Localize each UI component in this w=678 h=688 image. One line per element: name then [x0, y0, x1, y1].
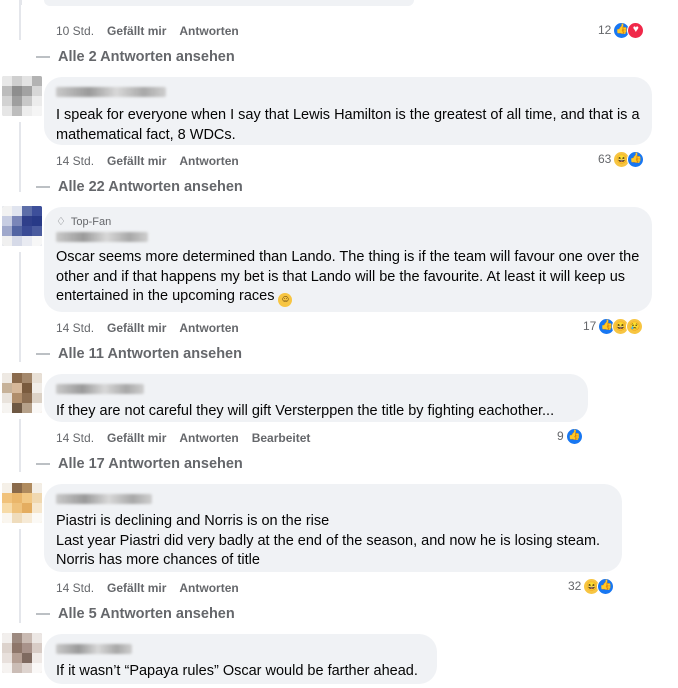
- reaction-count: 12: [598, 23, 612, 37]
- comment-text-line: Piastri is declining and Norris is on th…: [56, 513, 330, 529]
- thread-line: [19, 252, 21, 362]
- reply-button[interactable]: Antworten: [179, 321, 238, 335]
- comment-text-line: Last year Piastri did very badly at the …: [56, 532, 601, 549]
- sad-reaction-icon: 😢: [626, 317, 644, 335]
- comment-text-line: Norris has more chances of title: [56, 552, 260, 568]
- comment-text: I speak for everyone when I say that Lew…: [56, 107, 640, 143]
- reaction-count: 9: [557, 429, 564, 443]
- avatar[interactable]: [2, 373, 42, 413]
- reply-button[interactable]: Antworten: [179, 581, 238, 595]
- reaction-summary[interactable]: 32 😆 👍: [568, 577, 615, 595]
- comment-text: If they are not careful they will gift V…: [56, 403, 555, 419]
- reply-connector: [36, 56, 50, 59]
- comment-time[interactable]: 14 Std.: [56, 581, 94, 595]
- comment-time[interactable]: 14 Std.: [56, 431, 94, 445]
- reaction-summary[interactable]: 9 👍: [557, 427, 583, 445]
- avatar[interactable]: [2, 483, 42, 523]
- view-replies-link[interactable]: Alle 5 Antworten ansehen: [36, 606, 235, 622]
- view-replies-link[interactable]: Alle 17 Antworten ansehen: [36, 456, 243, 472]
- view-replies-link[interactable]: Alle 11 Antworten ansehen: [36, 346, 242, 362]
- comment-bubble: I speak for everyone when I say that Lew…: [44, 77, 652, 145]
- avatar[interactable]: [2, 633, 42, 673]
- comment-bubble: If it wasn’t “Papaya rules” Oscar would …: [44, 634, 437, 684]
- comment-text: If it wasn’t “Papaya rules” Oscar would …: [56, 663, 418, 679]
- comment-text: Oscar seems more determined than Lando. …: [56, 249, 640, 307]
- comment-time[interactable]: 14 Std.: [56, 321, 94, 335]
- like-button[interactable]: Gefällt mir: [107, 431, 166, 445]
- like-button[interactable]: Gefällt mir: [107, 154, 166, 168]
- thread-line: [19, 529, 21, 623]
- comment-bubble: Piastri is declining and Norris is on th…: [44, 484, 622, 572]
- love-reaction-icon: ♥: [627, 21, 645, 39]
- thread-line: [19, 122, 21, 192]
- reply-button[interactable]: Antworten: [179, 154, 238, 168]
- like-button[interactable]: Gefällt mir: [107, 581, 166, 595]
- wink-emoji-icon: ☺: [278, 293, 293, 307]
- comment-bubble: ♢ Top-Fan Oscar seems more determined tha…: [44, 207, 652, 312]
- reaction-count: 32: [568, 579, 582, 593]
- comment-time[interactable]: 10 Std.: [56, 24, 94, 38]
- comment-time[interactable]: 14 Std.: [56, 154, 94, 168]
- reply-connector: [36, 353, 50, 356]
- like-button[interactable]: Gefällt mir: [107, 321, 166, 335]
- reaction-summary[interactable]: 63 😆 👍: [598, 150, 645, 168]
- comment-actions: 14 Std. Gefällt mir Antworten Bearbeitet: [56, 431, 323, 445]
- reply-button[interactable]: Antworten: [179, 24, 238, 38]
- comment-bubble: [44, 0, 414, 6]
- comment-actions: 14 Std. Gefällt mir Antworten: [56, 321, 252, 335]
- avatar[interactable]: [2, 206, 42, 246]
- reaction-summary[interactable]: 17 👍 😆 😢: [583, 317, 644, 335]
- view-replies-link[interactable]: Alle 2 Antworten ansehen: [36, 49, 235, 65]
- top-fan-badge[interactable]: ♢ Top-Fan: [56, 215, 640, 229]
- reaction-count: 17: [583, 319, 597, 333]
- diamond-icon: ♢: [56, 216, 66, 228]
- like-reaction-icon: 👍: [597, 577, 615, 595]
- author-name[interactable]: [56, 384, 144, 394]
- view-replies-link[interactable]: Alle 22 Antworten ansehen: [36, 179, 243, 195]
- reply-connector: [36, 463, 50, 466]
- comment-actions: 14 Std. Gefällt mir Antworten: [56, 154, 252, 168]
- like-reaction-icon: 👍: [565, 427, 583, 445]
- thread-line: [19, 419, 21, 472]
- edited-label: Bearbeitet: [251, 431, 311, 445]
- like-reaction-icon: 👍: [627, 150, 645, 168]
- author-name[interactable]: [56, 644, 132, 654]
- like-button[interactable]: Gefällt mir: [107, 24, 166, 38]
- reply-connector: [36, 186, 50, 189]
- reaction-count: 63: [598, 152, 612, 166]
- author-name[interactable]: [56, 494, 152, 504]
- reply-button[interactable]: Antworten: [179, 431, 238, 445]
- avatar[interactable]: [2, 76, 42, 116]
- reaction-summary[interactable]: 12 👍 ♥: [598, 21, 645, 39]
- comment-actions: 14 Std. Gefällt mir Antworten: [56, 581, 252, 595]
- author-name[interactable]: [56, 87, 166, 97]
- comment-bubble: If they are not careful they will gift V…: [44, 374, 588, 422]
- comment-actions: 10 Std. Gefällt mir Antworten: [56, 24, 252, 38]
- thread-line: [20, 0, 28, 5]
- thread-line: [19, 0, 21, 40]
- reply-connector: [36, 613, 50, 616]
- author-name[interactable]: [56, 232, 148, 242]
